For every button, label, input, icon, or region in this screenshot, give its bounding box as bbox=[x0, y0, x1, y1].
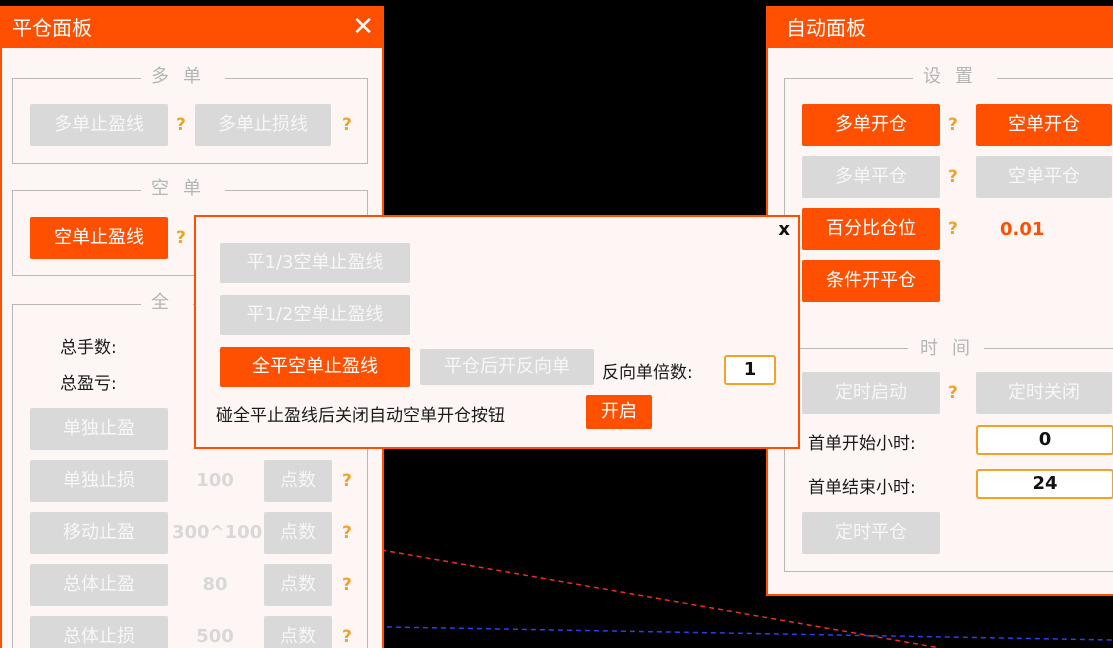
short-close-button[interactable]: 空单平仓 bbox=[976, 156, 1112, 198]
help-icon[interactable]: ? bbox=[176, 115, 186, 135]
help-icon[interactable]: ? bbox=[948, 115, 958, 135]
timer-close-position-button[interactable]: 定时平仓 bbox=[802, 512, 940, 554]
help-icon[interactable]: ? bbox=[342, 575, 352, 595]
short-take-profit-button[interactable]: 空单止盈线 bbox=[30, 217, 168, 259]
help-icon[interactable]: ? bbox=[948, 383, 958, 403]
total-stop-loss-button[interactable]: 总体止损 bbox=[30, 616, 168, 648]
trailing-take-profit-value[interactable]: 300^100 bbox=[172, 522, 262, 543]
short-take-profit-popup: x 平1/3空单止盈线 平1/2空单止盈线 全平空单止盈线 平仓后开反向单 反向… bbox=[194, 215, 800, 449]
close-half-short-button[interactable]: 平1/2空单止盈线 bbox=[220, 295, 410, 335]
long-take-profit-button[interactable]: 多单止盈线 bbox=[30, 104, 168, 146]
total-stop-loss-value[interactable]: 500 bbox=[172, 626, 258, 647]
close-panel-title: 平仓面板 bbox=[12, 16, 92, 40]
conditional-open-close-button[interactable]: 条件开平仓 bbox=[802, 260, 940, 302]
help-icon[interactable]: ? bbox=[342, 523, 352, 543]
long-stop-loss-button[interactable]: 多单止损线 bbox=[195, 104, 331, 146]
close-icon[interactable]: x bbox=[778, 219, 790, 240]
close-panel-titlebar[interactable]: 平仓面板 ✕ bbox=[2, 8, 382, 48]
single-take-profit-button[interactable]: 单独止盈 bbox=[30, 408, 168, 450]
help-icon[interactable]: ? bbox=[176, 228, 186, 248]
first-end-hour-label: 首单结束小时: bbox=[808, 478, 916, 498]
single-stop-loss-value[interactable]: 100 bbox=[172, 470, 258, 491]
settings-legend: 设置 bbox=[913, 66, 997, 88]
auto-panel-titlebar[interactable]: 自动面板 bbox=[768, 8, 1113, 48]
trailing-unit-button[interactable]: 点数 bbox=[264, 512, 332, 554]
reverse-multiplier-label: 反向单倍数: bbox=[602, 363, 693, 383]
timer-stop-button[interactable]: 定时关闭 bbox=[976, 372, 1112, 414]
total-pnl-label: 总盈亏: bbox=[60, 374, 117, 394]
short-open-button[interactable]: 空单开仓 bbox=[976, 104, 1112, 146]
time-title: 时间 bbox=[908, 338, 984, 360]
help-icon[interactable]: ? bbox=[948, 219, 958, 239]
time-bottom-line bbox=[784, 571, 1113, 572]
close-icon[interactable]: ✕ bbox=[352, 8, 374, 48]
auto-panel: 自动面板 设置 多单开仓 ? 空单开仓 多单平仓 ? 空单平仓 百分比仓位 ? … bbox=[766, 6, 1113, 596]
single-stop-loss-button[interactable]: 单独止损 bbox=[30, 460, 168, 502]
single-stop-loss-unit-button[interactable]: 点数 bbox=[264, 460, 332, 502]
reverse-multiplier-input[interactable]: 1 bbox=[724, 355, 776, 385]
first-start-hour-label: 首单开始小时: bbox=[808, 434, 916, 454]
close-third-short-button[interactable]: 平1/3空单止盈线 bbox=[220, 243, 410, 283]
percent-value[interactable]: 0.01 bbox=[1000, 219, 1044, 240]
long-group-legend: 多单 bbox=[141, 66, 225, 88]
first-start-hour-input[interactable]: 0 bbox=[976, 425, 1113, 455]
close-all-short-button[interactable]: 全平空单止盈线 bbox=[220, 347, 410, 387]
total-stop-loss-unit-button[interactable]: 点数 bbox=[264, 616, 332, 648]
reverse-after-close-button[interactable]: 平仓后开反向单 bbox=[420, 349, 594, 385]
long-close-button[interactable]: 多单平仓 bbox=[802, 156, 940, 198]
long-open-button[interactable]: 多单开仓 bbox=[802, 104, 940, 146]
total-take-profit-button[interactable]: 总体止盈 bbox=[30, 564, 168, 606]
all-group-legend: 全 bbox=[141, 292, 193, 314]
help-icon[interactable]: ? bbox=[342, 627, 352, 647]
enable-toggle-button[interactable]: 开启 bbox=[586, 395, 652, 429]
total-take-profit-unit-button[interactable]: 点数 bbox=[264, 564, 332, 606]
short-group-legend: 空单 bbox=[141, 178, 225, 200]
percent-position-button[interactable]: 百分比仓位 bbox=[802, 208, 940, 250]
help-icon[interactable]: ? bbox=[948, 167, 958, 187]
help-icon[interactable]: ? bbox=[342, 471, 352, 491]
first-end-hour-input[interactable]: 24 bbox=[976, 469, 1113, 499]
help-icon[interactable]: ? bbox=[342, 115, 352, 135]
auto-close-description: 碰全平止盈线后关闭自动空单开仓按钮 bbox=[216, 406, 505, 426]
auto-panel-title: 自动面板 bbox=[786, 16, 866, 40]
total-take-profit-value[interactable]: 80 bbox=[172, 574, 258, 595]
trailing-take-profit-button[interactable]: 移动止盈 bbox=[30, 512, 168, 554]
timer-start-button[interactable]: 定时启动 bbox=[802, 372, 940, 414]
total-lots-label: 总手数: bbox=[60, 338, 117, 358]
